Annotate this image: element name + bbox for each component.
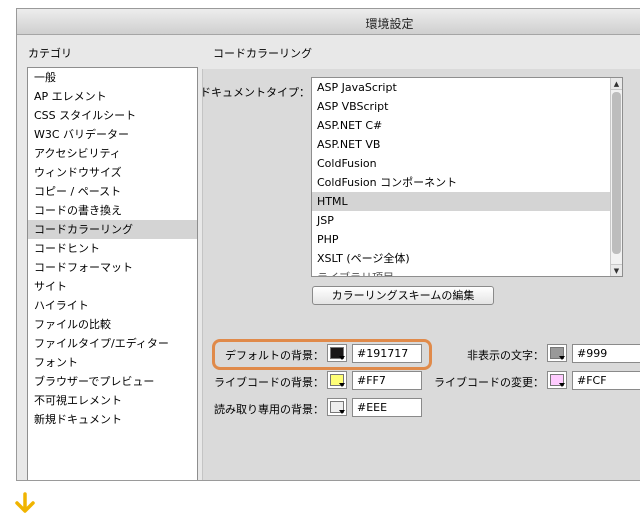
live-code-background-swatch[interactable]: [327, 371, 347, 389]
sidebar-item[interactable]: アクセシビリティ: [28, 144, 197, 163]
dropdown-triangle-icon: [339, 410, 345, 414]
document-type-item[interactable]: ASP.NET VB: [312, 135, 610, 154]
sidebar-item[interactable]: 一般: [28, 68, 197, 87]
live-code-change-label: ライブコードの変更：: [434, 376, 544, 389]
default-background-label: デフォルトの背景：: [225, 349, 324, 362]
document-type-item[interactable]: PHP: [312, 230, 610, 249]
document-type-item[interactable]: JSP: [312, 211, 610, 230]
document-type-item[interactable]: XSLT (ページ全体): [312, 249, 610, 268]
document-type-list[interactable]: ASP JavaScript ASP VBScript ASP.NET C# ASP.…: [311, 77, 623, 277]
document-type-item[interactable]: HTML: [312, 192, 610, 211]
section-title: コードカラーリング: [213, 47, 312, 60]
sidebar-item[interactable]: サイト: [28, 277, 197, 296]
readonly-background-row: 読み取り専用の背景：: [200, 398, 324, 417]
scroll-thumb[interactable]: [612, 92, 621, 254]
sidebar-item[interactable]: コピー / ペースト: [28, 182, 197, 201]
default-background-row: デフォルトの背景：: [200, 344, 324, 363]
category-list: 一般 AP エレメント CSS スタイルシート W3C バリデーター アクセシビリティウ…: [27, 67, 198, 480]
dropdown-triangle-icon: [559, 356, 565, 360]
sidebar-item[interactable]: W3C バリデーター: [28, 125, 197, 144]
sidebar-item[interactable]: コードヒント: [28, 239, 197, 258]
document-type-item[interactable]: ASP JavaScript: [312, 78, 610, 97]
live-code-background-input[interactable]: #FF7: [352, 371, 422, 390]
sidebar-item[interactable]: フォント: [28, 353, 197, 372]
hidden-text-label: 非表示の文字：: [467, 349, 544, 362]
document-type-item[interactable]: ColdFusion コンポーネント: [312, 173, 610, 192]
category-label: カテゴリ: [28, 47, 72, 60]
hidden-text-input[interactable]: #999: [572, 344, 640, 363]
window-title: 環境設定: [365, 17, 414, 31]
readonly-background-input[interactable]: #EEE: [352, 398, 422, 417]
live-code-background-label: ライブコードの背景：: [214, 376, 324, 389]
sidebar-item[interactable]: ファイルタイプ/エディター: [28, 334, 197, 353]
sidebar-item[interactable]: ファイルの比較: [28, 315, 197, 334]
live-code-change-input[interactable]: #FCF: [572, 371, 640, 390]
sidebar-item[interactable]: ブラウザーでプレビュー: [28, 372, 197, 391]
arrow-down-icon: [15, 492, 35, 513]
live-code-background-row: ライブコードの背景：: [200, 371, 324, 390]
dropdown-triangle-icon: [339, 356, 345, 360]
live-code-change-row: ライブコードの変更：: [430, 371, 544, 390]
document-type-item[interactable]: ASP VBScript: [312, 97, 610, 116]
document-type-item[interactable]: ライブラリ項目: [312, 268, 610, 276]
sidebar-item[interactable]: 不可視エレメント: [28, 391, 197, 410]
readonly-background-swatch[interactable]: [327, 398, 347, 416]
live-code-change-swatch[interactable]: [547, 371, 567, 389]
hidden-text-swatch[interactable]: [547, 344, 567, 362]
scroll-down-icon[interactable]: ▼: [611, 264, 622, 276]
sidebar-item[interactable]: CSS スタイルシート: [28, 106, 197, 125]
default-background-input[interactable]: #191717: [352, 344, 422, 363]
edit-coloring-scheme-button[interactable]: カラーリングスキームの編集: [312, 286, 494, 305]
dropdown-triangle-icon: [339, 383, 345, 387]
document-type-label: ドキュメントタイプ：: [200, 86, 310, 99]
document-list-scrollbar[interactable]: ▲ ▼: [610, 78, 622, 276]
document-type-item[interactable]: ASP.NET C#: [312, 116, 610, 135]
sidebar-item[interactable]: コードの書き換え: [28, 201, 197, 220]
sidebar-item[interactable]: コードフォーマット: [28, 258, 197, 277]
sidebar-item[interactable]: ハイライト: [28, 296, 197, 315]
default-background-swatch[interactable]: [327, 344, 347, 362]
dropdown-triangle-icon: [559, 383, 565, 387]
sidebar-item[interactable]: 新規ドキュメント: [28, 410, 197, 429]
document-type-item[interactable]: ColdFusion: [312, 154, 610, 173]
sidebar-item[interactable]: AP エレメント: [28, 87, 197, 106]
sidebar-item[interactable]: コードカラーリング: [28, 220, 197, 239]
hidden-text-row: 非表示の文字：: [440, 344, 544, 363]
title-bar[interactable]: 環境設定: [17, 9, 640, 35]
readonly-background-label: 読み取り専用の背景：: [214, 403, 324, 416]
sidebar-item[interactable]: ウィンドウサイズ: [28, 163, 197, 182]
scroll-up-icon[interactable]: ▲: [611, 78, 622, 90]
